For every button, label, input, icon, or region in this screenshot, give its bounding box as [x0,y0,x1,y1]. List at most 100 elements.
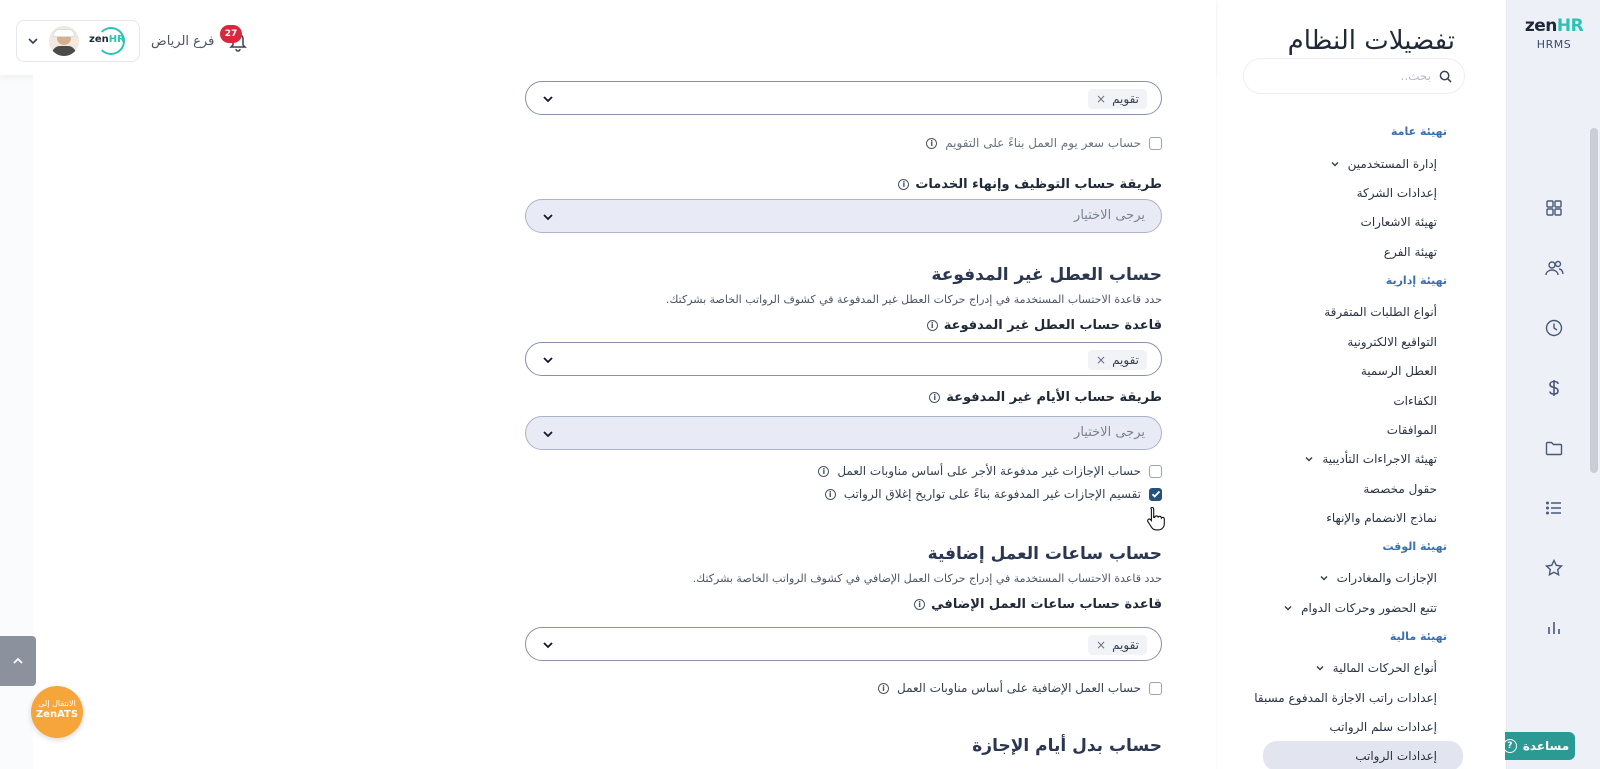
sidebar-item[interactable]: أنواع الحركات المالية [1315,661,1437,675]
help-label: مساعدة [1522,739,1570,753]
overtime-shift-checkbox-row[interactable]: حساب العمل الإضافية على أساس مناوبات الع… [877,681,1162,695]
sidebar-section-heading: تهيئة الوقت [1382,540,1447,553]
sidebar-item[interactable]: العطل الرسمية [1361,364,1437,378]
folder-icon[interactable] [1544,438,1564,458]
sidebar-section-heading: تهيئة إدارية [1385,274,1447,287]
info-icon[interactable]: i [898,179,910,190]
unpaid-rule-select[interactable]: تقويم × [525,342,1162,376]
hiring-method-select[interactable]: يرجى الاختيار [525,199,1162,233]
sidebar-item-label: حقول مخصصة [1363,482,1437,496]
sidebar-item[interactable]: تهيئة الاجراءات التأديبية [1304,452,1437,466]
help-button[interactable]: ? مساعدة [1497,732,1575,760]
sidebar-item-label: تتبع الحضور وحركات الدوام [1301,601,1437,615]
branch-name[interactable]: فرع الرياض [151,34,214,49]
user-menu[interactable]: zenHR [16,20,140,62]
dollar-icon[interactable] [1544,378,1564,398]
remove-chip-icon[interactable]: × [1096,353,1106,367]
field-label: قاعدة حساب ساعات العمل الإضافي [931,597,1162,612]
select-placeholder: يرجى الاختيار [1074,425,1145,440]
search-input[interactable] [1281,69,1431,83]
sidebar-item[interactable]: الموافقات [1387,423,1437,437]
sidebar-item[interactable]: الإجازات والمغادرات [1319,571,1437,585]
unpaid-split-checkbox[interactable] [1149,487,1162,501]
chevron-down-icon[interactable] [1283,603,1293,613]
zenhr-logo[interactable]: zenHR HRMS [1507,16,1600,51]
info-icon[interactable]: i [926,137,938,149]
unpaid-split-checkbox-row[interactable]: تقسيم الإجازات غير المدفوعة بناءً على تو… [824,487,1162,501]
unpaid-days-select[interactable]: يرجى الاختيار [525,416,1162,450]
leave-allowance-section-title: حساب بدل أيام الإجازة [972,736,1162,756]
daily-rate-checkbox[interactable] [1149,136,1162,150]
sidebar-item-label: إعدادات سلم الرواتب [1329,720,1437,734]
chevron-down-icon [543,642,553,649]
star-icon[interactable] [1544,558,1564,578]
list-icon[interactable] [1544,498,1564,518]
sidebar-item-label: التواقيع الالكترونية [1347,335,1437,349]
chevron-down-icon[interactable] [1304,454,1314,464]
overtime-rule-label: قاعدة حساب ساعات العمل الإضافي i [914,597,1162,612]
grid-icon[interactable] [1544,198,1564,218]
sidebar-item[interactable]: حقول مخصصة [1363,482,1437,496]
chip-label: تقويم [1112,353,1139,367]
chevron-down-icon [543,357,553,364]
sidebar-item[interactable]: التواقيع الالكترونية [1347,335,1437,349]
sidebar-item-label: أنواع الحركات المالية [1332,661,1437,675]
sidebar-item[interactable]: إعدادات راتب الاجازة المدفوع مسبقا [1254,691,1437,705]
zenats-switch-button[interactable]: الانتقال إلى ZenATS [31,686,83,738]
field-label: قاعدة حساب العطل غير المدفوعة [943,318,1162,333]
info-icon[interactable]: i [824,488,836,500]
rail-scrollbar[interactable] [1590,128,1598,473]
sidebar-search[interactable] [1243,58,1465,94]
sidebar-item[interactable]: إدارة المستخدمين [1330,157,1437,171]
checkbox-label: حساب العمل الإضافية على أساس مناوبات الع… [896,681,1141,695]
sidebar-section-heading: تهيئة مالية [1389,630,1447,643]
calendar-select-1[interactable]: تقويم × [525,81,1162,115]
overtime-section-title: حساب ساعات العمل إضافية [927,544,1162,564]
sidebar-item[interactable]: الكفاءات [1393,394,1437,408]
info-icon[interactable]: i [929,392,941,403]
info-icon[interactable]: i [818,465,830,477]
info-icon[interactable]: i [926,320,938,331]
info-icon[interactable]: i [914,599,926,610]
chevron-down-icon [543,96,553,103]
chevron-down-icon[interactable] [1315,663,1325,673]
info-icon[interactable]: i [877,682,889,694]
sidebar-item[interactable]: أنواع الطلبات المتفرقة [1324,305,1437,319]
chevron-down-icon [543,431,553,438]
unpaid-days-label: طريقة حساب الأيام غير المدفوعة i [929,390,1162,405]
unpaid-section-desc: حدد قاعدة الاحتساب المستخدمة في إدراج حر… [665,293,1162,306]
remove-chip-icon[interactable]: × [1096,638,1106,652]
checkbox-label: حساب سعر يوم العمل بناءً على التقويم [945,136,1141,150]
chevron-down-icon[interactable] [1319,573,1329,583]
sidebar-item-label: تهيئة الاشعارات [1360,215,1437,229]
overtime-rule-select[interactable]: تقويم × [525,627,1162,661]
sidebar-item[interactable]: إعدادات سلم الرواتب [1329,720,1437,734]
bar-chart-icon[interactable] [1544,618,1564,638]
sidebar-item[interactable]: إعدادات الرواتب [1263,741,1463,769]
logo-hr-text: HR [1556,16,1584,36]
unpaid-rule-label: قاعدة حساب العطل غير المدفوعة i [926,318,1162,333]
top-header: zenHR فرع الرياض 27 [0,0,1216,75]
check-icon [1151,490,1160,498]
checkbox-label: تقسيم الإجازات غير المدفوعة بناءً على تو… [843,487,1141,501]
overtime-shift-checkbox[interactable] [1149,681,1162,695]
chevron-down-icon[interactable] [1330,159,1340,169]
daily-rate-checkbox-row[interactable]: حساب سعر يوم العمل بناءً على التقويم i [926,136,1162,150]
sidebar-item[interactable]: إعدادات الشركة [1357,186,1437,200]
select-chip: تقويم × [1088,635,1147,655]
scroll-to-top-button[interactable] [0,636,36,686]
sidebar-item[interactable]: تتبع الحضور وحركات الدوام [1283,601,1437,615]
sidebar-item[interactable]: نماذج الانضمام والإنهاء [1326,511,1437,525]
chevron-down-icon [28,38,38,45]
unpaid-shift-checkbox[interactable] [1149,464,1162,478]
remove-chip-icon[interactable]: × [1096,92,1106,106]
clock-icon[interactable] [1544,318,1564,338]
sidebar-item-label: أنواع الطلبات المتفرقة [1324,305,1437,319]
users-icon[interactable] [1544,258,1564,278]
unpaid-section-title: حساب العطل غير المدفوعة [931,265,1162,285]
sidebar-item[interactable]: تهيئة الفرع [1384,245,1437,259]
unpaid-shift-checkbox-row[interactable]: حساب الإجازات غير مدفوعة الأجر على أساس … [818,464,1162,478]
sidebar-item[interactable]: تهيئة الاشعارات [1361,215,1437,229]
avatar [49,26,79,56]
sidebar-item-label: إعدادات الشركة [1356,186,1437,200]
